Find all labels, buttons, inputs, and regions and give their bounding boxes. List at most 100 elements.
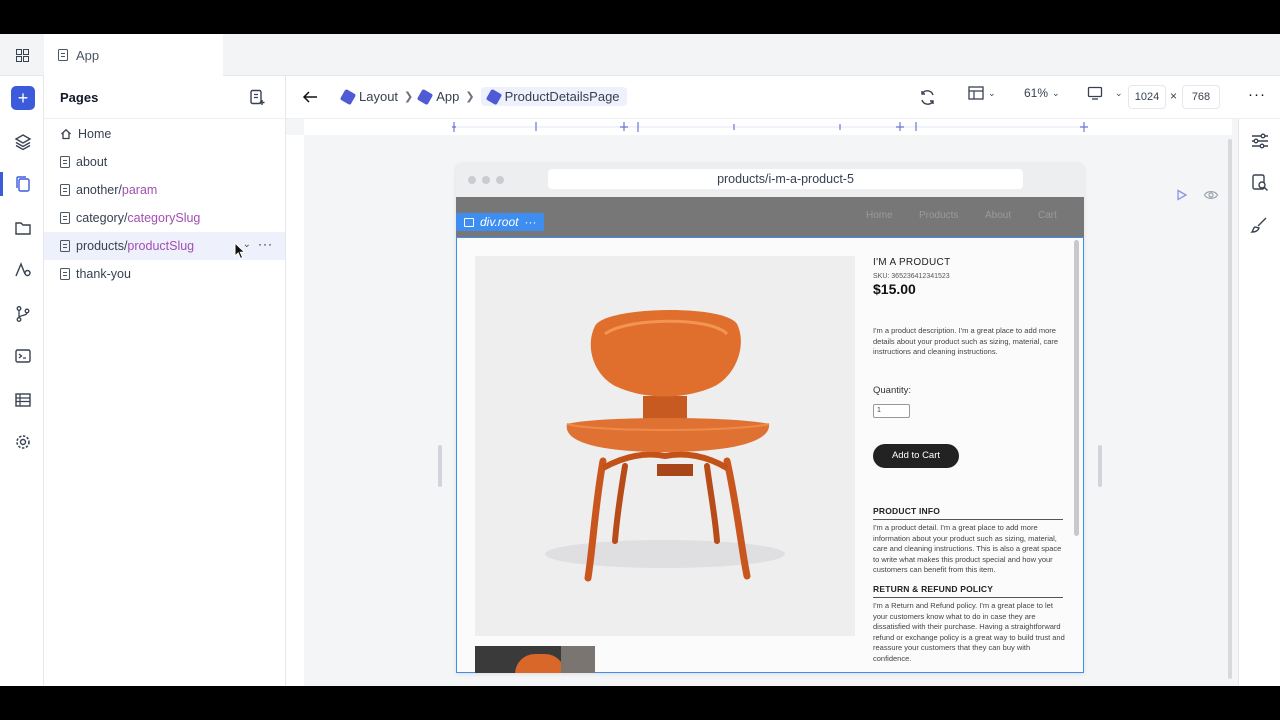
page-item-products[interactable]: products/productSlug ⌄ ··· <box>44 232 285 260</box>
refund-policy-text: I'm a Return and Refund policy. I'm a gr… <box>873 601 1065 663</box>
product-title: I'M A PRODUCT <box>873 257 951 268</box>
home-icon <box>61 128 71 140</box>
url-bar[interactable]: products/i-m-a-product-5 <box>548 169 1023 189</box>
app-window: App + Pages Home about another/param cat… <box>0 34 1280 686</box>
pages-header: Pages <box>44 76 285 119</box>
breadcrumb-app[interactable]: App <box>417 88 459 105</box>
product-price: $15.00 <box>873 281 916 297</box>
brush-icon[interactable] <box>1250 215 1270 235</box>
refresh-icon[interactable] <box>919 89 936 106</box>
pages-title: Pages <box>60 89 99 105</box>
layout-icon <box>968 86 984 100</box>
apps-grid-icon[interactable] <box>0 34 44 76</box>
chevron-down-icon: ⌄ <box>1052 87 1060 98</box>
selected-element-tag[interactable]: div.root ··· <box>456 213 545 231</box>
layout-toggle[interactable]: ⌄ <box>968 86 996 100</box>
more-options-icon[interactable]: ··· <box>258 237 273 251</box>
window-dot <box>482 176 490 184</box>
page-param: categorySlug <box>127 211 201 225</box>
resize-handle-right[interactable] <box>1098 445 1102 487</box>
breadcrumb-label: Layout <box>359 89 399 104</box>
zoom-value: 61% <box>1024 86 1049 100</box>
height-input[interactable]: 768 <box>1182 85 1220 109</box>
refund-policy-heading: RETURN & REFUND POLICY <box>873 584 1063 598</box>
device-frame: products/i-m-a-product-5 Home Products A… <box>456 163 1084 673</box>
ruler-top <box>304 119 1232 135</box>
terminal-icon[interactable] <box>11 344 35 368</box>
breadcrumb-current[interactable]: ProductDetailsPage <box>480 87 627 106</box>
breadcrumb-layout[interactable]: Layout <box>339 88 399 105</box>
tab-label: App <box>76 47 100 63</box>
canvas[interactable]: products/i-m-a-product-5 Home Products A… <box>286 119 1238 686</box>
canvas-toolbar: Layout ❯ App ❯ ProductDetailsPage ⌄ 61% … <box>286 76 1280 119</box>
tab-app[interactable]: App <box>44 34 223 76</box>
site-preview[interactable]: Home Products About Cart div.root ··· I'… <box>456 197 1084 673</box>
scrollbar[interactable] <box>1228 139 1232 679</box>
cursor-icon <box>234 242 246 260</box>
add-icon[interactable]: + <box>11 86 35 110</box>
page-param: productSlug <box>127 239 195 253</box>
play-icon[interactable] <box>1176 189 1188 201</box>
resize-handle-left[interactable] <box>438 445 442 487</box>
more-icon[interactable]: ··· <box>524 215 536 229</box>
inspect-icon[interactable] <box>1250 173 1270 193</box>
dimension-separator: × <box>1170 89 1178 103</box>
selected-element-name: div.root <box>480 215 519 229</box>
left-icon-rail: + <box>0 76 44 686</box>
page-item-home[interactable]: Home <box>44 120 285 148</box>
settings-icon[interactable] <box>11 430 35 454</box>
more-icon[interactable]: ··· <box>1248 86 1266 103</box>
scrollbar[interactable] <box>1074 240 1079 536</box>
width-input[interactable]: 1024 <box>1128 85 1166 109</box>
page-label: category/ <box>76 211 128 225</box>
component-icon <box>417 88 434 105</box>
page-item-thank-you[interactable]: thank-you <box>44 260 285 288</box>
git-branch-icon[interactable] <box>11 302 35 326</box>
pages-icon[interactable] <box>11 172 35 196</box>
layers-icon[interactable] <box>11 130 35 154</box>
site-nav-link[interactable]: Products <box>919 210 958 221</box>
site-nav-link[interactable]: Cart <box>1038 210 1057 221</box>
preview-eye-icon[interactable] <box>1203 187 1219 203</box>
page-icon <box>60 268 70 280</box>
breadcrumb-label: ProductDetailsPage <box>504 89 620 104</box>
back-arrow-icon[interactable] <box>302 90 318 104</box>
monitor-icon <box>1087 86 1103 100</box>
site-nav-link[interactable]: Home <box>866 210 893 221</box>
page-label: another/ <box>76 183 122 197</box>
chevron-down-icon: ⌄ <box>1115 87 1123 98</box>
device-select[interactable]: ⌄ <box>1087 86 1123 100</box>
breadcrumb: Layout ❯ App ❯ ProductDetailsPage <box>302 87 627 106</box>
table-icon[interactable] <box>11 388 35 412</box>
folder-icon[interactable] <box>11 216 35 240</box>
page-icon <box>60 156 70 168</box>
chevron-down-icon: ⌄ <box>988 87 996 98</box>
page-label: thank-you <box>76 267 131 281</box>
zoom-select[interactable]: 61% ⌄ <box>1024 86 1060 100</box>
page-label: products/ <box>76 239 128 253</box>
new-page-icon[interactable] <box>249 89 265 106</box>
page-item-category[interactable]: category/categorySlug <box>44 204 285 232</box>
chevron-right-icon: ❯ <box>465 91 475 103</box>
quantity-input[interactable]: 1 <box>873 404 910 418</box>
chair-image <box>545 309 785 582</box>
product-thumbnail[interactable] <box>475 646 595 673</box>
quantity-label: Quantity: <box>873 385 912 396</box>
page-icon <box>60 212 70 224</box>
page-icon <box>60 240 70 252</box>
page-label: about <box>76 155 108 169</box>
site-nav-link[interactable]: About <box>985 210 1011 221</box>
add-to-cart-button[interactable]: Add to Cart <box>873 444 959 468</box>
page-param: param <box>121 183 158 197</box>
page-item-about[interactable]: about <box>44 148 285 176</box>
sliders-icon[interactable] <box>1250 131 1270 151</box>
tab-bar: App <box>0 34 1280 76</box>
page-item-another-param[interactable]: another/param <box>44 176 285 204</box>
selected-root-element[interactable]: I'M A PRODUCT SKU: 365236412341523 $15.0… <box>456 237 1084 673</box>
pages-panel: Pages Home about another/param category/… <box>44 76 286 686</box>
theme-icon[interactable] <box>11 258 35 282</box>
window-dot <box>496 176 504 184</box>
pages-list: Home about another/param category/catego… <box>44 119 285 288</box>
component-icon <box>339 88 357 105</box>
product-info-heading: PRODUCT INFO <box>873 506 1063 520</box>
